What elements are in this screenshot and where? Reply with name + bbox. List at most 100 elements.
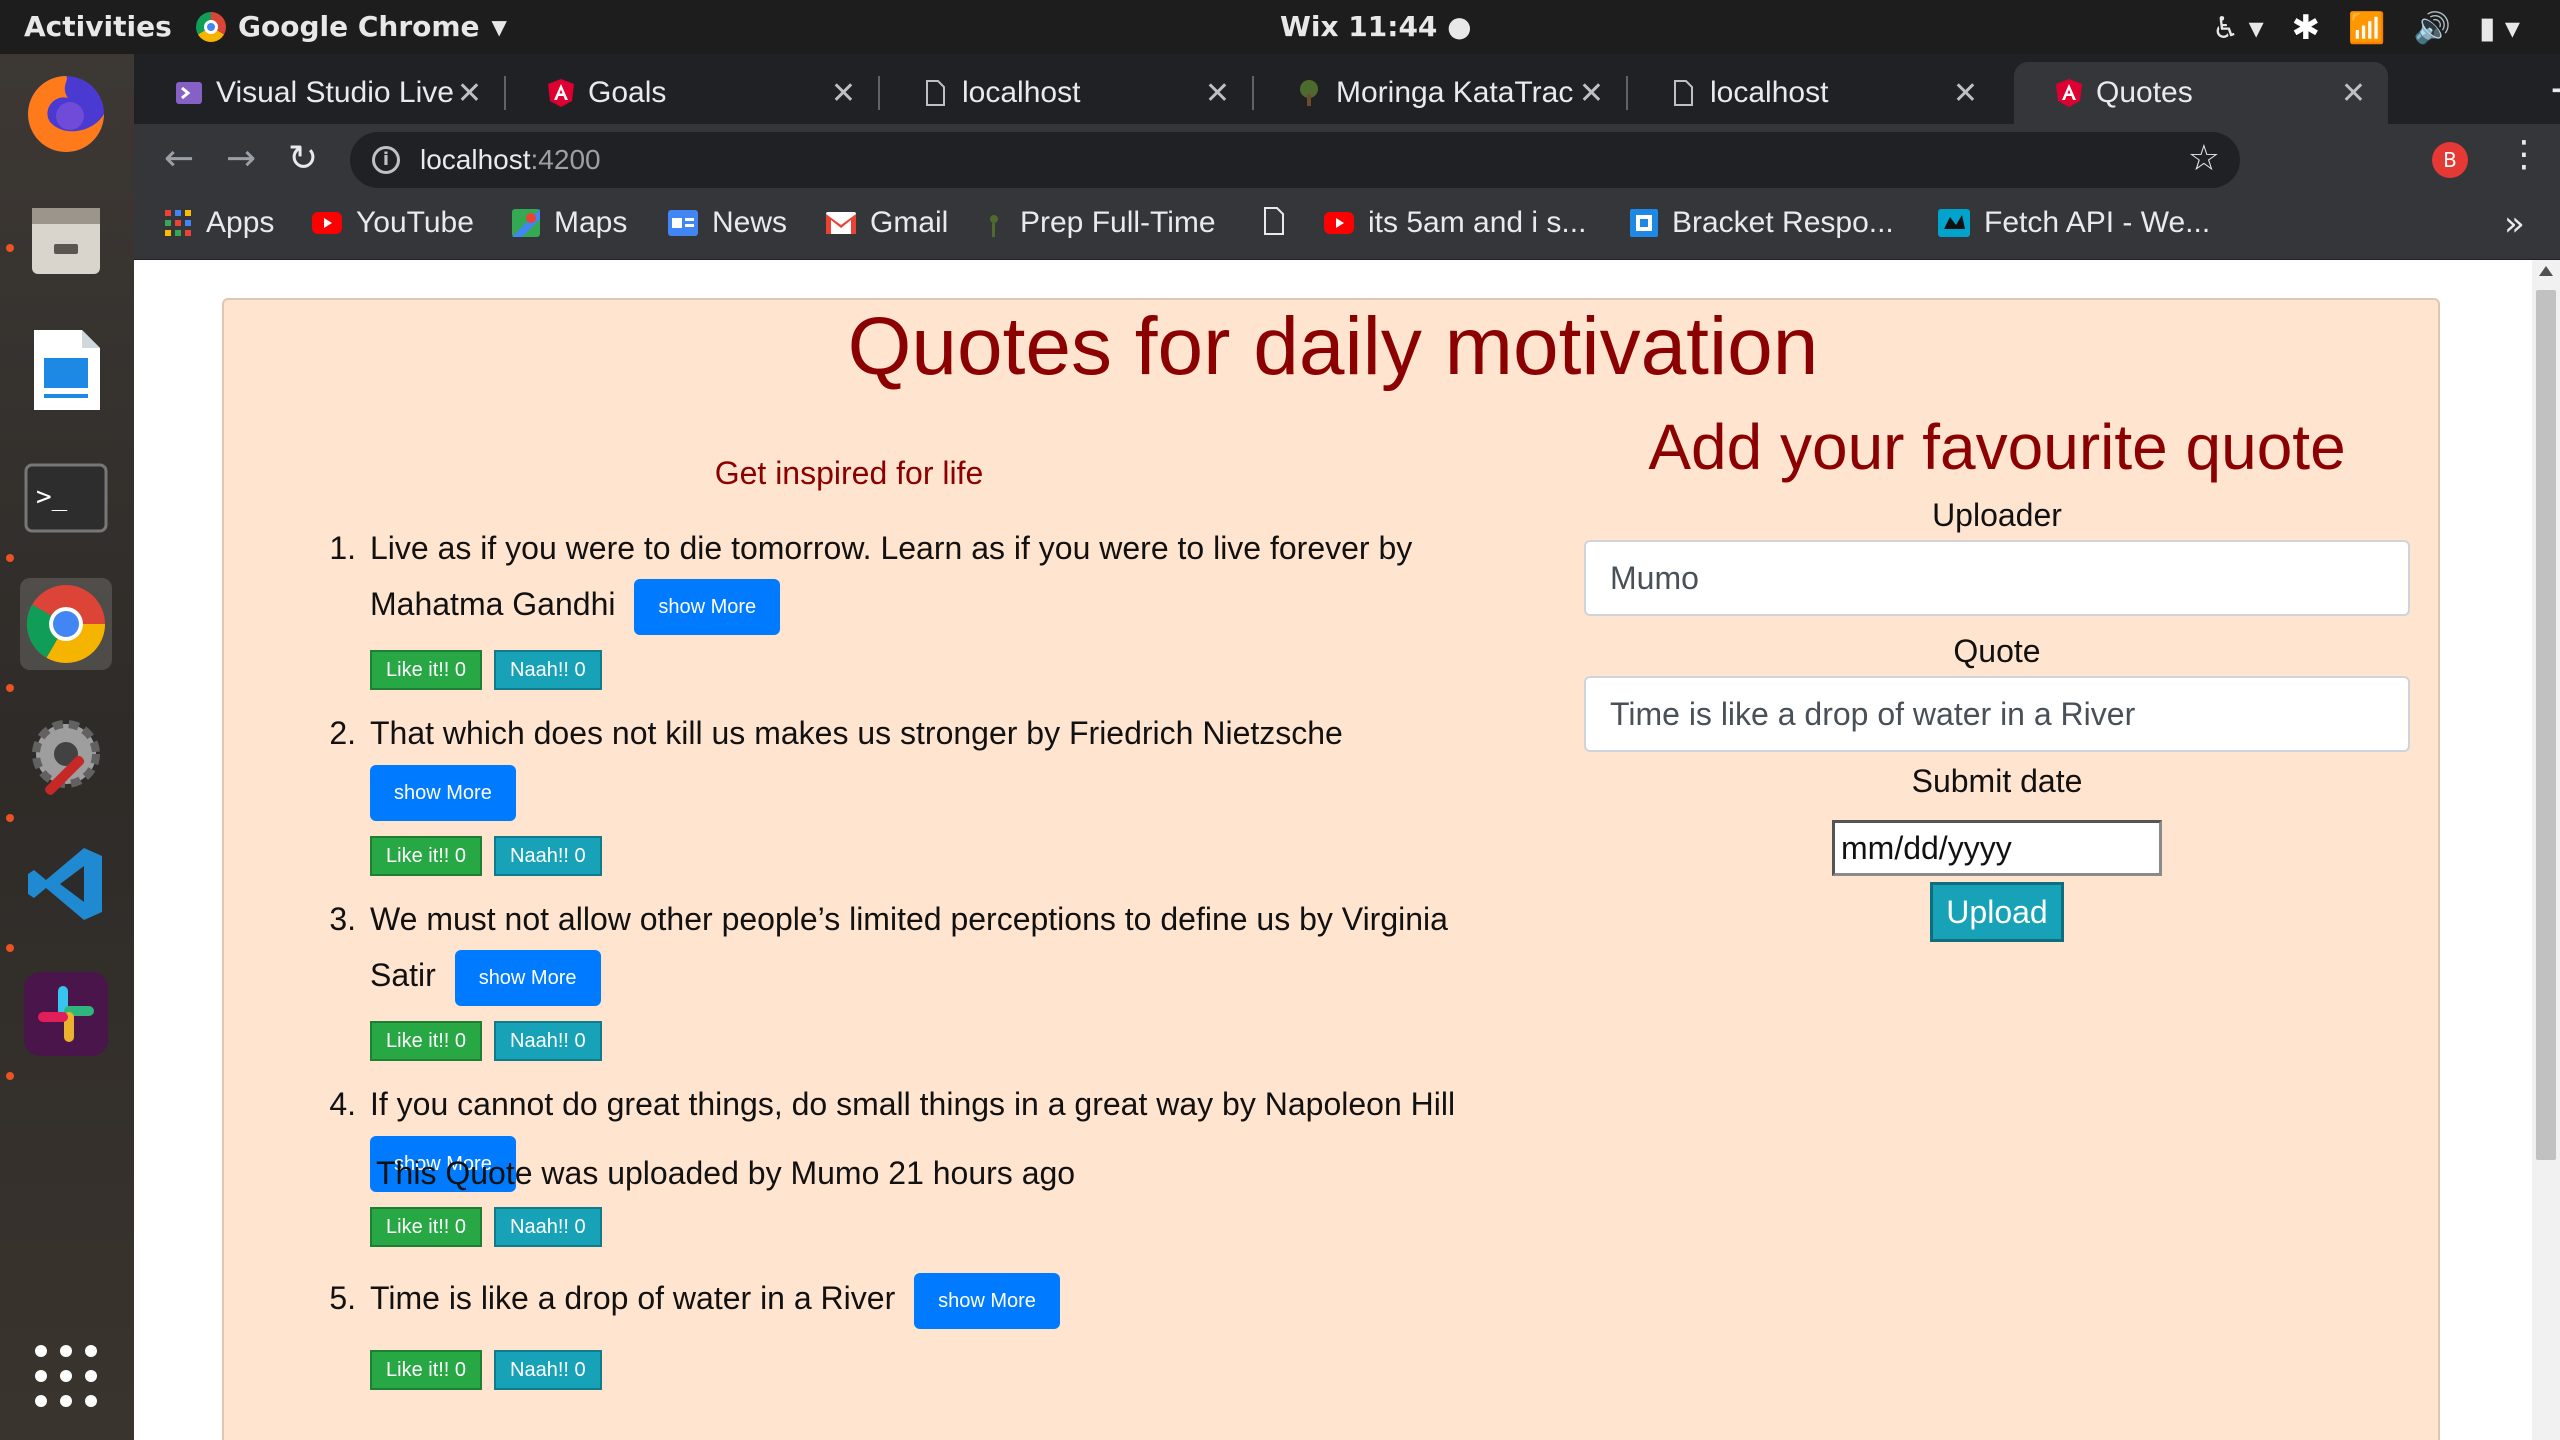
show-more-button[interactable]: show More	[634, 578, 781, 635]
new-tab-button[interactable]: +	[2548, 64, 2560, 115]
naah-button[interactable]: Naah!! 0	[494, 836, 602, 877]
app-menu[interactable]: Google Chrome ▼	[196, 10, 507, 43]
bookmark-news[interactable]: News	[668, 206, 787, 240]
bookmark-its-5am[interactable]: its 5am and i s...	[1324, 206, 1586, 240]
show-more-button[interactable]: show More	[914, 1272, 1060, 1329]
terminal-icon[interactable]: >_	[20, 452, 112, 544]
page-scrollbar[interactable]	[2532, 260, 2560, 1440]
show-more-button[interactable]: show More	[454, 949, 601, 1006]
svg-text:>_: >_	[36, 482, 68, 512]
like-button[interactable]: Like it!! 0	[370, 1207, 483, 1248]
scrollbar-thumb[interactable]	[2536, 290, 2556, 1160]
close-icon[interactable]: ✕	[2341, 76, 2366, 111]
bookmark-prep-full-time[interactable]: Prep Full-Time	[982, 206, 1216, 240]
battery-icon[interactable]: ▮ ▾	[2479, 11, 2520, 46]
quote-text: We must not allow other people’s limited…	[370, 901, 1448, 938]
chrome-menu-icon[interactable]: ⋮	[2506, 134, 2542, 175]
vscode-icon[interactable]	[20, 838, 112, 930]
tab-title: Moringa KataTrac	[1336, 76, 1574, 109]
tab-strip: Visual Studio Live ✕ Goals ✕ localhost ✕…	[134, 54, 2560, 124]
tab-localhost-1[interactable]: localhost ✕	[880, 62, 1252, 124]
like-button[interactable]: Like it!! 0	[370, 649, 483, 690]
clock[interactable]: Wix 11:44 ●	[1280, 10, 1472, 43]
tab-quotes[interactable]: Quotes ✕	[2014, 62, 2388, 124]
slack-tray-icon[interactable]: ✱	[2292, 8, 2321, 48]
info-icon[interactable]: i	[372, 146, 400, 174]
upload-info-text: This Quote was uploaded by Mumo 21 hours…	[376, 1155, 1076, 1191]
system-tray: ♿ ▾ ✱ 📶 🔊 ▮ ▾	[2212, 8, 2520, 48]
settings-icon[interactable]	[20, 708, 112, 800]
naah-button[interactable]: Naah!! 0	[494, 1020, 602, 1061]
tab-title: Visual Studio Live	[216, 76, 454, 109]
page-title: Quotes for daily motivation	[847, 301, 1819, 392]
bookmark-bracket[interactable]: Bracket Respo...	[1630, 206, 1894, 240]
accessibility-icon[interactable]: ♿ ▾	[2212, 11, 2264, 46]
close-icon[interactable]: ✕	[1953, 76, 1978, 111]
like-button[interactable]: Like it!! 0	[370, 1020, 483, 1061]
chrome-icon	[196, 11, 226, 42]
bookmark-page[interactable]	[1262, 206, 1286, 236]
back-icon[interactable]: ←	[164, 138, 194, 179]
profile-avatar[interactable]: B	[2432, 142, 2468, 178]
quote-input[interactable]: Time is like a drop of water in a River	[1584, 676, 2410, 752]
bookmarks-bar: Apps YouTube Maps News Gmail Prep Full-T…	[134, 194, 2560, 260]
bookmark-fetch-api[interactable]: Fetch API - We...	[1938, 206, 2210, 240]
tree-icon	[1300, 80, 1318, 106]
close-icon[interactable]: ✕	[1205, 76, 1230, 111]
bookmark-label: Apps	[206, 206, 275, 239]
news-icon	[668, 210, 698, 236]
system-top-bar: Activities Google Chrome ▼ Wix 11:44 ● ♿…	[0, 0, 2560, 54]
quotes-card: Quotes for daily motivation Get inspired…	[222, 298, 2440, 1440]
uploader-input[interactable]: Mumo	[1584, 540, 2410, 616]
leaf-icon	[990, 215, 998, 237]
files-icon[interactable]	[20, 194, 112, 286]
quote-item: 1. Live as if you were to die tomorrow. …	[302, 520, 1502, 635]
youtube-icon	[312, 212, 342, 234]
page-icon	[1674, 80, 1693, 106]
chrome-dock-icon[interactable]	[20, 578, 112, 670]
quote-number: 1.	[329, 530, 356, 566]
bookmark-label: its 5am and i s...	[1368, 206, 1587, 239]
wifi-icon[interactable]: 📶	[2348, 11, 2385, 46]
like-button[interactable]: Like it!! 0	[370, 836, 483, 877]
youtube-icon	[1324, 212, 1354, 234]
bookmark-apps[interactable]: Apps	[164, 206, 274, 240]
tab-goals[interactable]: Goals ✕	[506, 62, 878, 124]
submit-date-input[interactable]: mm/dd/yyyy	[1832, 820, 2162, 876]
naah-button[interactable]: Naah!! 0	[494, 1207, 602, 1248]
activities-button[interactable]: Activities	[24, 10, 172, 43]
scroll-up-arrow-icon[interactable]	[2539, 266, 2553, 276]
address-bar[interactable]: i localhost:4200 ☆	[350, 132, 2240, 188]
firefox-icon[interactable]	[20, 68, 112, 160]
tab-localhost-2[interactable]: localhost ✕	[1628, 62, 2000, 124]
upload-button[interactable]: Upload	[1930, 882, 2064, 942]
bookmarks-overflow-icon[interactable]: »	[2504, 204, 2525, 244]
url-text[interactable]: localhost:4200	[420, 144, 601, 176]
naah-button[interactable]: Naah!! 0	[494, 649, 602, 690]
slack-icon[interactable]	[20, 968, 112, 1060]
page-icon	[926, 80, 945, 106]
naah-button[interactable]: Naah!! 0	[494, 1349, 602, 1390]
writer-icon[interactable]	[20, 324, 112, 416]
bookmark-maps[interactable]: Maps	[512, 206, 627, 240]
tab-title: Quotes	[2096, 76, 2193, 109]
tab-moringa-katatrack[interactable]: Moringa KataTrac ✕	[1254, 62, 1626, 124]
bookmark-gmail[interactable]: Gmail	[826, 206, 948, 240]
tab-visual-studio-live[interactable]: Visual Studio Live ✕	[134, 62, 504, 124]
reload-icon[interactable]: ↻	[288, 138, 318, 179]
forward-icon[interactable]: →	[226, 138, 256, 179]
volume-icon[interactable]: 🔊	[2414, 11, 2451, 46]
page-subtitle: Get inspired for life	[714, 455, 984, 491]
like-button[interactable]: Like it!! 0	[370, 1349, 483, 1390]
close-icon[interactable]: ✕	[1579, 76, 1604, 111]
running-indicator	[6, 1072, 14, 1080]
show-applications-icon[interactable]	[20, 1330, 112, 1422]
mdn-icon	[1938, 209, 1970, 237]
add-quote-form: Add your favourite quote Uploader Mumo Q…	[1584, 410, 2410, 942]
close-icon[interactable]: ✕	[457, 76, 482, 111]
close-icon[interactable]: ✕	[831, 76, 856, 111]
bookmark-youtube[interactable]: YouTube	[312, 206, 474, 240]
bookmark-star-icon[interactable]: ☆	[2188, 138, 2220, 179]
show-more-button[interactable]: show More	[370, 765, 516, 822]
running-indicator	[6, 944, 14, 952]
